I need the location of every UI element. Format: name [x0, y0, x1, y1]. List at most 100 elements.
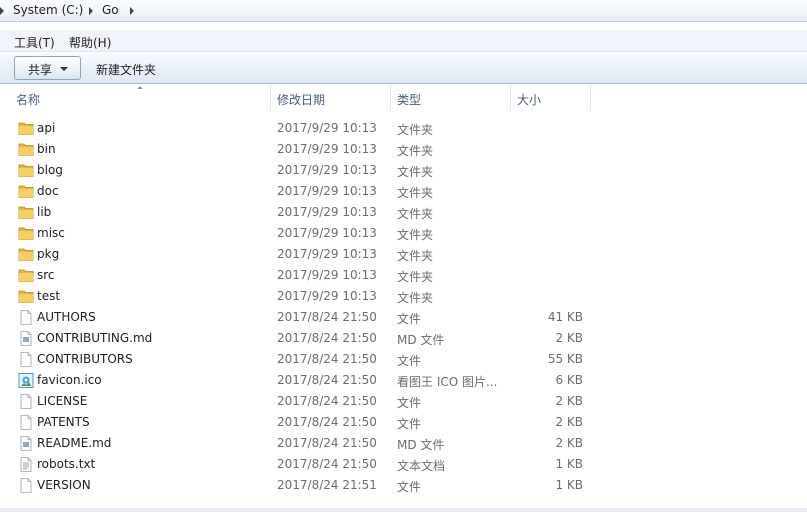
column-divider[interactable] [590, 85, 591, 110]
file-row[interactable]: CONTRIBUTORS 2017/8/24 21:50 文件 55 KB [0, 349, 807, 370]
image-file-icon [18, 373, 34, 388]
column-divider[interactable] [270, 85, 271, 110]
breadcrumb-chevron-icon[interactable] [89, 7, 93, 15]
file-icon [18, 352, 34, 367]
file-name: favicon.ico [37, 373, 102, 387]
file-row[interactable]: CONTRIBUTING.md 2017/8/24 21:50 MD 文件 2 KB [0, 328, 807, 349]
folder-icon [18, 289, 34, 304]
file-modified-date: 2017/9/29 10:13 [277, 184, 377, 198]
folder-icon [18, 268, 34, 283]
file-name: test [37, 289, 61, 303]
file-modified-date: 2017/8/24 21:50 [277, 394, 377, 408]
column-header-type[interactable]: 类型 [397, 91, 421, 108]
file-row[interactable]: robots.txt 2017/8/24 21:50 文本文档 1 KB [0, 454, 807, 475]
column-divider[interactable] [390, 85, 391, 110]
file-row[interactable]: bin 2017/9/29 10:13 文件夹 [0, 139, 807, 160]
file-name: lib [37, 205, 52, 219]
file-row[interactable]: LICENSE 2017/8/24 21:50 文件 2 KB [0, 391, 807, 412]
file-name: pkg [37, 247, 60, 261]
file-modified-date: 2017/8/24 21:50 [277, 415, 377, 429]
address-bar[interactable]: System (C:) Go [0, 0, 807, 22]
file-name: VERSION [37, 478, 91, 492]
file-row[interactable]: test 2017/9/29 10:13 文件夹 [0, 286, 807, 307]
file-name: doc [37, 184, 59, 198]
file-type: 文件夹 [397, 165, 434, 179]
file-icon [18, 415, 34, 430]
column-header-size[interactable]: 大小 [517, 91, 541, 108]
file-name: CONTRIBUTING.md [37, 331, 153, 345]
file-type: 文件夹 [397, 228, 434, 242]
file-modified-date: 2017/9/29 10:13 [277, 205, 377, 219]
file-type: 文件夹 [397, 144, 434, 158]
file-type: 文件夹 [397, 249, 434, 263]
file-name: robots.txt [37, 457, 96, 471]
file-type: 文件夹 [397, 123, 434, 137]
file-size: 1 KB [555, 457, 583, 471]
file-size: 41 KB [547, 310, 583, 324]
file-name: misc [37, 226, 65, 240]
file-row[interactable]: favicon.ico 2017/8/24 21:50 看图王 ICO 图片... 6… [0, 370, 807, 391]
file-modified-date: 2017/8/24 21:50 [277, 457, 377, 471]
column-header-row: 名称 修改日期 类型 大小 [0, 85, 807, 110]
file-modified-date: 2017/8/24 21:50 [277, 352, 377, 366]
file-type: 文件 [397, 312, 422, 326]
file-size: 2 KB [555, 415, 583, 429]
file-row[interactable]: src 2017/9/29 10:13 文件夹 [0, 265, 807, 286]
folder-icon [18, 163, 34, 178]
file-name: AUTHORS [37, 310, 96, 324]
file-type: 文件夹 [397, 291, 434, 305]
file-type: 文件 [397, 396, 422, 410]
file-row[interactable]: lib 2017/9/29 10:13 文件夹 [0, 202, 807, 223]
folder-icon [18, 205, 34, 220]
md-file-icon [18, 436, 34, 451]
folder-icon [18, 184, 34, 199]
file-row[interactable]: VERSION 2017/8/24 21:51 文件 1 KB [0, 475, 807, 496]
share-button-label: 共享 [28, 63, 53, 77]
file-type: MD 文件 [397, 333, 445, 347]
folder-icon [18, 226, 34, 241]
file-size: 2 KB [555, 436, 583, 450]
file-modified-date: 2017/8/24 21:51 [277, 478, 377, 492]
file-type: 文件 [397, 354, 422, 368]
breadcrumb-chevron-icon[interactable] [130, 7, 134, 15]
folder-icon [18, 142, 34, 157]
file-type: 文件夹 [397, 270, 434, 284]
file-modified-date: 2017/9/29 10:13 [277, 226, 377, 240]
file-type: MD 文件 [397, 438, 445, 452]
file-row[interactable]: blog 2017/9/29 10:13 文件夹 [0, 160, 807, 181]
file-name: README.md [37, 436, 112, 450]
file-modified-date: 2017/9/29 10:13 [277, 142, 377, 156]
sort-ascending-icon [137, 86, 143, 89]
file-type: 文件 [397, 417, 422, 431]
share-button[interactable]: 共享 [14, 56, 81, 80]
column-header-name[interactable]: 名称 [16, 91, 40, 108]
file-name: bin [37, 142, 56, 156]
breadcrumb-chevron-icon[interactable] [0, 7, 4, 15]
file-row[interactable]: README.md 2017/8/24 21:50 MD 文件 2 KB [0, 433, 807, 454]
column-divider[interactable] [510, 85, 511, 110]
file-icon [18, 310, 34, 325]
file-row[interactable]: pkg 2017/9/29 10:13 文件夹 [0, 244, 807, 265]
file-modified-date: 2017/9/29 10:13 [277, 121, 377, 135]
folder-icon [18, 121, 34, 136]
file-row[interactable]: api 2017/9/29 10:13 文件夹 [0, 118, 807, 139]
file-modified-date: 2017/8/24 21:50 [277, 436, 377, 450]
breadcrumb-current-folder[interactable]: Go [102, 3, 119, 17]
file-size: 2 KB [555, 331, 583, 345]
breadcrumb-system-drive[interactable]: System (C:) [13, 3, 83, 17]
file-type: 文件夹 [397, 186, 434, 200]
menu-tools[interactable]: 工具(T) [14, 34, 55, 51]
file-size: 2 KB [555, 394, 583, 408]
file-row[interactable]: misc 2017/9/29 10:13 文件夹 [0, 223, 807, 244]
file-row[interactable]: PATENTS 2017/8/24 21:50 文件 2 KB [0, 412, 807, 433]
menu-help[interactable]: 帮助(H) [69, 34, 111, 51]
file-modified-date: 2017/8/24 21:50 [277, 373, 377, 387]
file-type: 看图王 ICO 图片... [397, 375, 498, 389]
column-header-date[interactable]: 修改日期 [277, 91, 325, 108]
file-row[interactable]: doc 2017/9/29 10:13 文件夹 [0, 181, 807, 202]
file-row[interactable]: AUTHORS 2017/8/24 21:50 文件 41 KB [0, 307, 807, 328]
file-type: 文件夹 [397, 207, 434, 221]
menu-bar: 工具(T) 帮助(H) [0, 30, 807, 52]
new-folder-button[interactable]: 新建文件夹 [96, 61, 156, 78]
file-size: 55 KB [547, 352, 583, 366]
